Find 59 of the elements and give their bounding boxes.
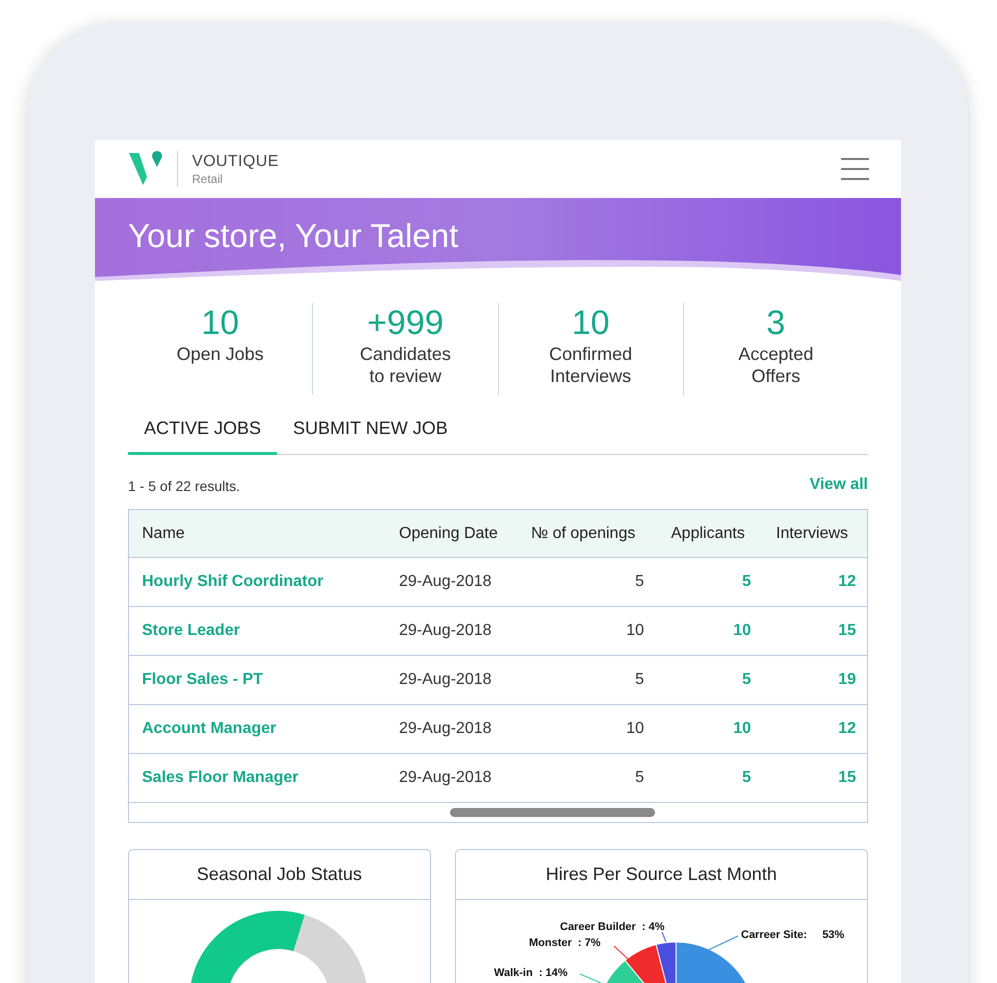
- interviews-link[interactable]: 12: [761, 717, 868, 741]
- stat-value: +999: [367, 303, 444, 343]
- stat-value: 3: [766, 303, 786, 343]
- table-cell-text: 10: [625, 621, 645, 641]
- card-title: Hires Per Source Last Month: [546, 863, 777, 886]
- menu-icon[interactable]: [841, 158, 869, 180]
- job-name-link[interactable]: Sales Floor Manager: [129, 766, 386, 790]
- view-all-link[interactable]: View all: [810, 473, 868, 497]
- data-label: : 53%: [802, 929, 844, 941]
- column-header: Name: [141, 524, 186, 544]
- table-cell-text: 10: [625, 719, 645, 739]
- scrollbar-thumb[interactable]: [450, 808, 655, 817]
- category-label: Walk-in: [494, 967, 532, 979]
- job-name-link[interactable]: Hourly Shif Coordinator: [129, 570, 386, 594]
- table-cell-text: 29-Aug-2018: [398, 572, 493, 592]
- stat-label: Open Jobs: [176, 343, 265, 365]
- brand-name: VOUTIQUE: [192, 154, 279, 170]
- interviews-link[interactable]: 15: [761, 766, 868, 790]
- stat-value: 10: [572, 303, 610, 343]
- table-cell-text: 5: [634, 670, 645, 690]
- interviews-link[interactable]: 15: [761, 619, 868, 643]
- stat-label: Confirmed Interviews: [548, 343, 634, 387]
- table-cell-text: 5: [634, 768, 645, 788]
- results-summary: 1 - 5 of 22 results.: [128, 477, 240, 496]
- column-header: № of openings: [530, 524, 636, 544]
- data-label: : 7%: [577, 937, 600, 949]
- category-label: Career Builder: [560, 921, 636, 933]
- stat-label: Candidates to review: [358, 343, 452, 387]
- category-label: Carreer Site: [740, 929, 803, 941]
- brand-subtitle: Retail: [192, 172, 224, 184]
- job-name-link[interactable]: Floor Sales - PT: [129, 668, 386, 692]
- table-cell-text: 29-Aug-2018: [398, 768, 493, 788]
- data-label: : 14%: [538, 967, 568, 979]
- table-cell-text: 29-Aug-2018: [398, 621, 493, 641]
- category-label: Monster: [528, 937, 572, 949]
- table-cell-text: 29-Aug-2018: [398, 670, 493, 690]
- interviews-link[interactable]: 19: [761, 668, 868, 692]
- job-name-link[interactable]: Store Leader: [129, 619, 386, 643]
- interviews-link[interactable]: 12: [761, 570, 868, 594]
- applicants-link[interactable]: 10: [656, 717, 761, 741]
- applicants-link[interactable]: 10: [656, 619, 761, 643]
- column-header: Applicants: [670, 524, 746, 544]
- column-header: Interviews: [775, 524, 850, 544]
- stat-label: Accepted Offers: [737, 343, 814, 387]
- data-label: : 4%: [642, 921, 664, 933]
- job-name-link[interactable]: Account Manager: [129, 717, 386, 741]
- column-header: Opening Date: [398, 524, 499, 544]
- table-cell-text: 29-Aug-2018: [398, 719, 493, 739]
- leader-line: [661, 932, 666, 942]
- tab[interactable]: ACTIVE JOBS: [128, 409, 278, 455]
- tab[interactable]: SUBMIT NEW JOB: [277, 409, 464, 455]
- applicants-link[interactable]: 5: [656, 668, 761, 692]
- card-title: Seasonal Job Status: [196, 863, 362, 886]
- logo-icon: [127, 151, 163, 187]
- applicants-link[interactable]: 5: [656, 570, 761, 594]
- banner-title: Your store, Your Talent: [128, 216, 458, 256]
- applicants-link[interactable]: 5: [656, 766, 761, 790]
- table-cell-text: 5: [634, 572, 645, 592]
- stat-value: 10: [201, 303, 240, 343]
